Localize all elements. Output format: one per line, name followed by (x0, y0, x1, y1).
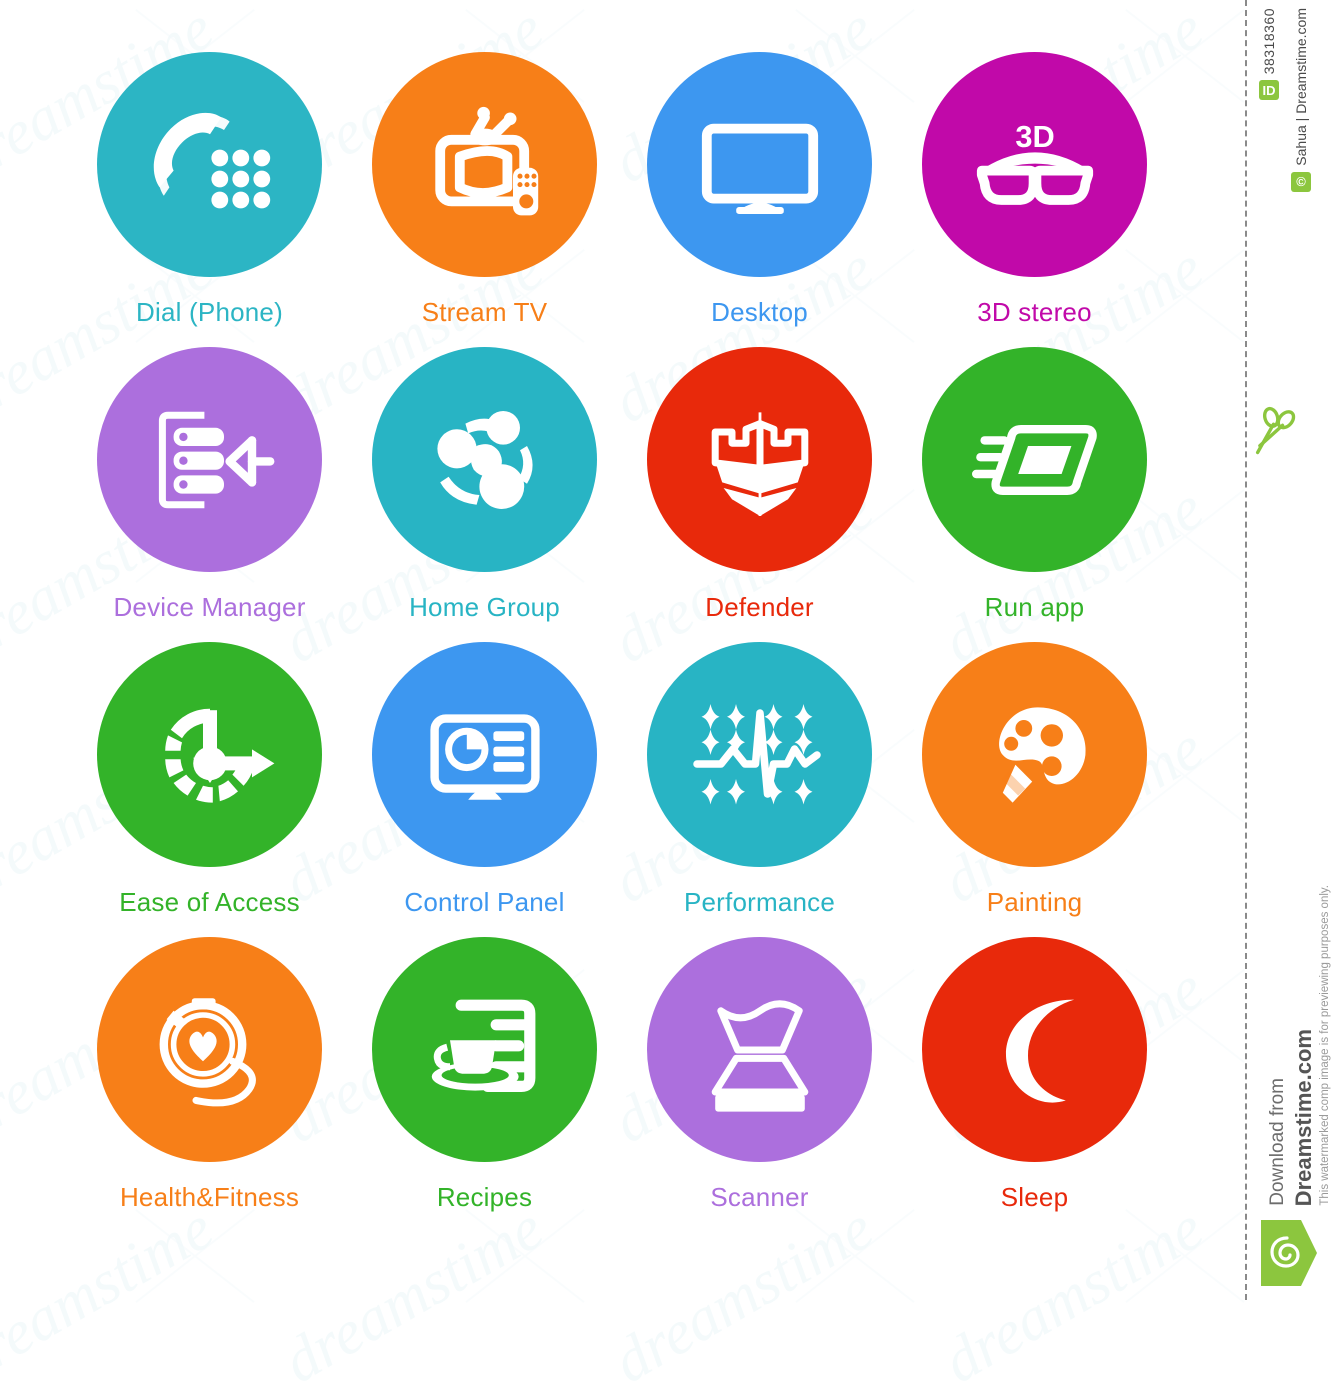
castle-shield-icon[interactable] (647, 347, 872, 572)
icon-label: Control Panel (404, 887, 565, 917)
monitor-glyph (701, 123, 818, 214)
icon-label: Desktop (711, 297, 808, 327)
icon-label: Performance (683, 887, 836, 917)
castle-shield-glyph (711, 411, 808, 516)
monitor-icon[interactable] (647, 52, 872, 277)
stopwatch-heart-icon[interactable] (97, 937, 322, 1162)
dashboard-icon[interactable] (372, 642, 597, 867)
running-window-icon[interactable] (922, 347, 1147, 572)
server-rack-glyph (158, 411, 274, 508)
icon-label: Scanner (710, 1182, 809, 1212)
dreamstime-logo-icon (1261, 1220, 1317, 1286)
svg-text:3D: 3D (1015, 118, 1054, 153)
dashboard-glyph (429, 713, 540, 800)
coffee-cup-glyph (431, 999, 535, 1092)
coffee-cup-icon[interactable] (372, 937, 597, 1162)
copyright-block: © Sahua | Dreamstime.com (1291, 8, 1311, 192)
scissors-icon (1255, 406, 1296, 455)
icon-sheet: dreamstime dreamstime dreamstime dreamstime… (0, 0, 1245, 1396)
icon-label: Recipes (436, 1182, 533, 1212)
pulse-graph-glyph (692, 703, 821, 804)
accessibility-glyph (164, 708, 274, 803)
people-group-glyph (436, 410, 533, 509)
icon-label: Painting (986, 887, 1083, 917)
palette-brush-glyph (998, 706, 1086, 803)
flatbed-scanner-glyph (711, 999, 808, 1112)
accessibility-icon[interactable] (97, 642, 322, 867)
icon-cell-control-panel[interactable]: Control Panel (347, 642, 622, 937)
dreamstime-site-text: Dreamstime.com (1291, 1028, 1316, 1206)
download-footer: Download from Dreamstime.com This waterm… (1253, 846, 1335, 1286)
dreamstime-rail: ID 38318360 © Sahua | Dreamstime.com Dow… (1245, 0, 1338, 1300)
icon-cell-home-group[interactable]: Home Group (347, 347, 622, 642)
stopwatch-heart-glyph (159, 997, 256, 1106)
icon-cell-painting[interactable]: Painting (897, 642, 1172, 937)
icon-label: 3D stereo (977, 297, 1092, 327)
icon-cell-device-manager[interactable]: Device Manager (72, 347, 347, 642)
download-from-text: Download from (1267, 1078, 1288, 1206)
credit-text: Sahua | Dreamstime.com (1293, 8, 1309, 166)
3d-glasses-icon[interactable]: 3D (922, 52, 1147, 277)
icon-cell-recipes[interactable]: Recipes (347, 937, 622, 1232)
flatbed-scanner-icon[interactable] (647, 937, 872, 1162)
crescent-moon-glyph (1005, 999, 1074, 1103)
icon-label: Home Group (409, 592, 560, 622)
icon-cell-run-app[interactable]: Run app (897, 347, 1172, 642)
icon-label: Defender (705, 592, 814, 622)
remote-control-glyph (512, 167, 538, 215)
icon-cell-sleep[interactable]: Sleep (897, 937, 1172, 1232)
phone-dial-icon[interactable] (97, 52, 322, 277)
icon-label: Run app (984, 592, 1085, 622)
icon-cell-performance[interactable]: Performance (622, 642, 897, 937)
copyright-badge: © (1291, 171, 1311, 192)
icon-label: Health&Fitness (119, 1182, 300, 1212)
running-window-glyph (971, 424, 1097, 495)
image-id-number: 38318360 (1261, 8, 1277, 75)
server-rack-icon[interactable] (97, 347, 322, 572)
image-id-block: ID 38318360 (1259, 8, 1279, 101)
icon-grid: Dial (Phone) Stream TV Desktop 3D 3D ste… (72, 52, 1172, 1232)
3d-glasses-glyph: 3D (976, 118, 1093, 205)
palette-brush-icon[interactable] (922, 642, 1147, 867)
id-badge: ID (1259, 80, 1279, 101)
people-group-icon[interactable] (372, 347, 597, 572)
icon-cell-stream-tv[interactable]: Stream TV (347, 52, 622, 347)
phone-dial-glyph (153, 112, 270, 208)
icon-cell-defender[interactable]: Defender (622, 347, 897, 642)
icon-label: Ease of Access (119, 887, 300, 917)
crescent-moon-icon[interactable] (922, 937, 1147, 1162)
icon-label: Dial (Phone) (136, 297, 283, 327)
icon-cell-dial-phone[interactable]: Dial (Phone) (72, 52, 347, 347)
pulse-graph-icon[interactable] (647, 642, 872, 867)
icon-cell-scanner[interactable]: Scanner (622, 937, 897, 1232)
television-glyph (434, 106, 538, 215)
icon-cell-health-fitness[interactable]: Health&Fitness (72, 937, 347, 1232)
television-icon[interactable] (372, 52, 597, 277)
icon-label: Stream TV (421, 297, 548, 327)
icon-label: Device Manager (113, 592, 306, 622)
icon-cell-desktop[interactable]: Desktop (622, 52, 897, 347)
icon-cell-3d-stereo[interactable]: 3D 3D stereo (897, 52, 1172, 347)
icon-cell-ease-of-access[interactable]: Ease of Access (72, 642, 347, 937)
watermark-disclaimer: This watermarked comp image is for previ… (1319, 885, 1331, 1206)
icon-label: Sleep (1000, 1182, 1069, 1212)
